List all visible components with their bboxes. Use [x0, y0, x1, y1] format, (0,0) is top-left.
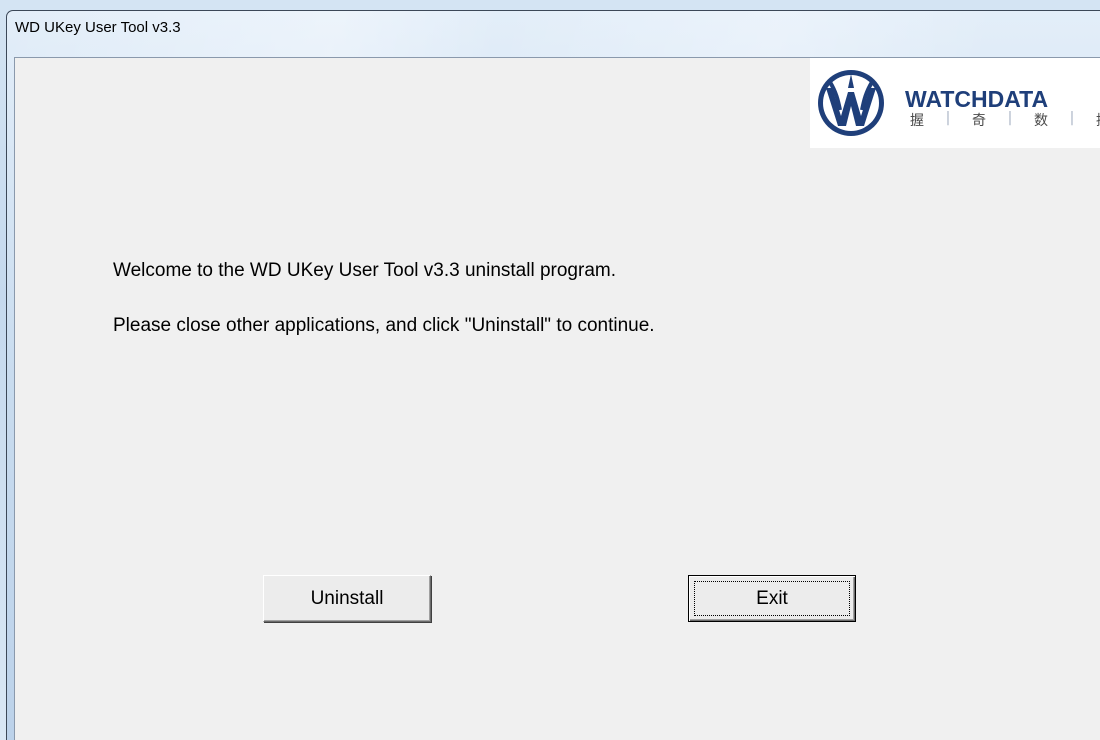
- instruction-message: Please close other applications, and cli…: [113, 315, 655, 336]
- dialog-client-area: WATCHDATA 握 | 奇 | 数 | 据 Welcome to the W…: [14, 57, 1100, 740]
- logo-chinese-char: 据: [1096, 110, 1100, 130]
- logo-chinese-char: 奇: [972, 113, 986, 129]
- watchdata-logo-icon: [818, 70, 884, 136]
- window-title: WD UKey User Tool v3.3: [15, 19, 181, 36]
- logo-separator: |: [1069, 110, 1075, 126]
- logo-separator: |: [1007, 110, 1013, 126]
- title-bar[interactable]: WD UKey User Tool v3.3: [7, 11, 1100, 49]
- welcome-message: Welcome to the WD UKey User Tool v3.3 un…: [113, 260, 616, 281]
- exit-button-label: Exit: [756, 587, 788, 609]
- logo-chinese-text: 握 | 奇 | 数 | 据: [910, 110, 1100, 130]
- logo-name: WATCHDATA: [905, 86, 1049, 112]
- uninstall-window: WD UKey User Tool v3.3 WATCHDATA 握 | 奇 |…: [6, 10, 1100, 740]
- logo-separator: |: [945, 110, 951, 126]
- logo-chinese-char: 握: [910, 113, 924, 129]
- uninstall-button[interactable]: Uninstall: [263, 575, 431, 622]
- watchdata-logo: WATCHDATA 握 | 奇 | 数 | 据: [810, 58, 1100, 148]
- logo-chinese-char: 数: [1034, 113, 1048, 129]
- uninstall-button-label: Uninstall: [310, 587, 384, 609]
- exit-button[interactable]: Exit: [688, 575, 856, 622]
